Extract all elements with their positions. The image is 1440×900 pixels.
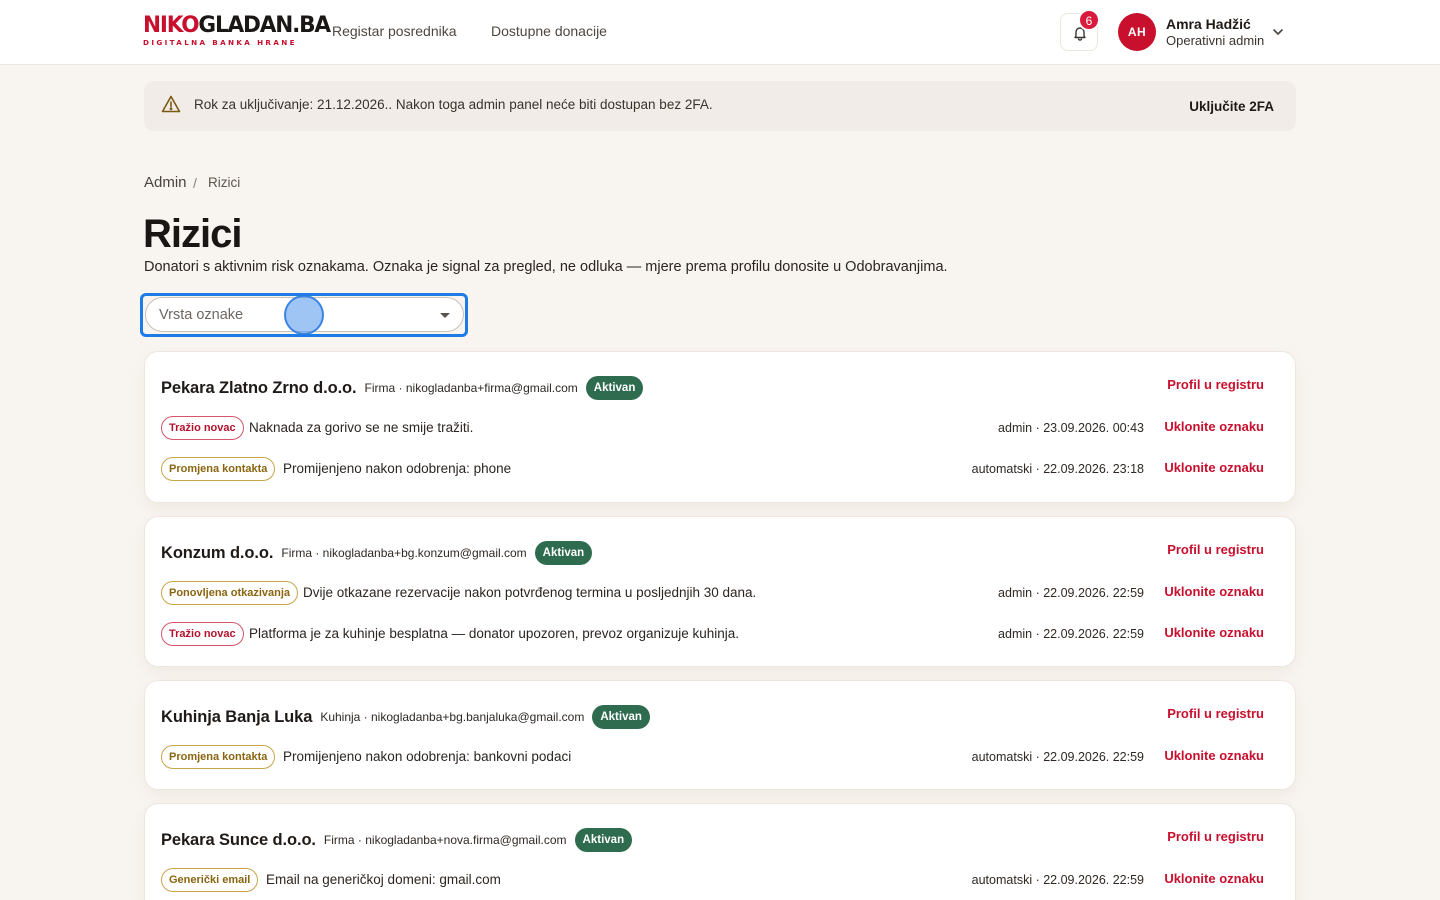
- donor-card: Kuhinja Banja Luka Kuhinja · nikogladanb…: [144, 680, 1296, 790]
- flag-description: Platforma je za kuhinje besplatna — dona…: [249, 626, 740, 641]
- remove-flag-button[interactable]: Uklonite oznaku: [1164, 460, 1264, 475]
- donor-meta: Kuhinja · nikogladanba+bg.banjaluka@gmai…: [320, 710, 585, 724]
- donor-meta: Firma · nikogladanba+firma@gmail.com: [364, 381, 578, 395]
- flag-type-placeholder: Vrsta oznake: [159, 307, 244, 323]
- pointer-cursor: [284, 295, 324, 335]
- chevron-down-icon[interactable]: [1272, 27, 1284, 37]
- status-badge: Aktivan: [585, 376, 644, 400]
- notification-count-badge: 6: [1078, 9, 1100, 31]
- flag-tag: Promjena kontakta: [161, 745, 276, 769]
- page-title: Rizici: [143, 212, 242, 256]
- nav-link-dostupne-donacije[interactable]: Dostupne donacije: [491, 23, 607, 39]
- registry-profile-link[interactable]: Profil u registru: [1167, 377, 1264, 392]
- status-badge: Aktivan: [574, 828, 633, 852]
- brand-logo[interactable]: NIKOGLADAN.BA DIGITALNA BANKA HRANE: [143, 13, 334, 47]
- flag-tag: Tražio novac: [161, 622, 244, 646]
- flag-author-timestamp: admin · 22.09.2026. 22:59: [998, 586, 1144, 600]
- twofa-warning-banner: Rok za uključivanje: 21.12.2026.. Nakon …: [144, 81, 1296, 131]
- caret-down-icon: [440, 313, 450, 318]
- warning-triangle-icon: [161, 95, 181, 113]
- notifications-button[interactable]: 6: [1060, 9, 1100, 51]
- registry-profile-link[interactable]: Profil u registru: [1167, 542, 1264, 557]
- donor-card: Konzum d.o.o. Firma · nikogladanba+bg.ko…: [144, 516, 1296, 667]
- logo-wordmark: NIKOGLADAN.BA: [143, 13, 331, 38]
- status-badge: Aktivan: [592, 705, 650, 729]
- donor-name: Kuhinja Banja Luka: [161, 707, 313, 726]
- remove-flag-button[interactable]: Uklonite oznaku: [1164, 419, 1264, 434]
- registry-profile-link[interactable]: Profil u registru: [1167, 829, 1264, 844]
- flag-row: Tražio novac Platforma je za kuhinje bes…: [161, 622, 1264, 646]
- flag-tag: Promjena kontakta: [161, 457, 276, 481]
- flag-tag: Ponovljena otkazivanja: [161, 581, 299, 605]
- flag-tag: Generički email: [161, 868, 259, 892]
- donor-meta: Firma · nikogladanba+bg.konzum@gmail.com: [281, 546, 527, 560]
- flag-description: Promijenjeno nakon odobrenja: bankovni p…: [283, 749, 572, 764]
- breadcrumb-admin-link[interactable]: Admin: [144, 174, 187, 191]
- page-subtitle: Donatori s aktivnim risk oznakama. Oznak…: [144, 259, 948, 275]
- flag-row: Promjena kontakta Promijenjeno nakon odo…: [161, 457, 1264, 481]
- flag-author-timestamp: automatski · 22.09.2026. 22:59: [971, 750, 1144, 764]
- flag-row: Ponovljena otkazivanja Dvije otkazane re…: [161, 581, 1264, 605]
- flag-description: Naknada za gorivo se ne smije tražiti.: [249, 420, 474, 435]
- status-badge: Aktivan: [534, 541, 593, 565]
- flag-description: Promijenjeno nakon odobrenja: phone: [283, 461, 512, 476]
- flag-author-timestamp: admin · 23.09.2026. 00:43: [998, 421, 1144, 435]
- breadcrumb-separator: /: [193, 175, 197, 191]
- flag-row: Generički email Email na generičkoj dome…: [161, 868, 1264, 892]
- nav-link-registar-posrednika[interactable]: Registar posrednika: [332, 23, 457, 39]
- top-navigation-bar: NIKOGLADAN.BA DIGITALNA BANKA HRANE Regi…: [0, 0, 1440, 65]
- flag-description: Dvije otkazane rezervacije nakon potvrđe…: [303, 585, 757, 600]
- breadcrumb-current: Rizici: [208, 175, 241, 190]
- registry-profile-link[interactable]: Profil u registru: [1167, 706, 1264, 721]
- remove-flag-button[interactable]: Uklonite oznaku: [1164, 748, 1264, 763]
- donor-card: Pekara Zlatno Zrno d.o.o. Firma · nikogl…: [144, 351, 1296, 503]
- user-name[interactable]: Amra Hadžić: [1166, 16, 1251, 32]
- flag-row: Promjena kontakta Promijenjeno nakon odo…: [161, 745, 1264, 769]
- user-avatar[interactable]: AH: [1118, 13, 1156, 51]
- remove-flag-button[interactable]: Uklonite oznaku: [1164, 871, 1264, 886]
- donor-name: Pekara Zlatno Zrno d.o.o.: [161, 378, 357, 397]
- flag-author-timestamp: automatski · 22.09.2026. 23:18: [971, 462, 1144, 476]
- user-role: Operativni admin: [1166, 33, 1265, 48]
- donor-name: Konzum d.o.o.: [161, 543, 274, 562]
- donor-meta: Firma · nikogladanba+nova.firma@gmail.co…: [323, 833, 567, 847]
- flag-tag: Tražio novac: [161, 416, 244, 440]
- flag-description: Email na generičkoj domeni: gmail.com: [266, 872, 501, 887]
- remove-flag-button[interactable]: Uklonite oznaku: [1164, 625, 1264, 640]
- donor-name: Pekara Sunce d.o.o.: [161, 830, 316, 849]
- banner-message: Rok za uključivanje: 21.12.2026.. Nakon …: [194, 97, 713, 112]
- enable-2fa-link[interactable]: Uključite 2FA: [1189, 99, 1274, 114]
- flag-author-timestamp: automatski · 22.09.2026. 22:59: [971, 873, 1144, 887]
- donor-card: Pekara Sunce d.o.o. Firma · nikogladanba…: [144, 803, 1296, 900]
- logo-tagline: DIGITALNA BANKA HRANE: [143, 38, 297, 47]
- remove-flag-button[interactable]: Uklonite oznaku: [1164, 584, 1264, 599]
- flag-author-timestamp: admin · 22.09.2026. 22:59: [998, 627, 1144, 641]
- flag-row: Tražio novac Naknada za gorivo se ne smi…: [161, 416, 1264, 440]
